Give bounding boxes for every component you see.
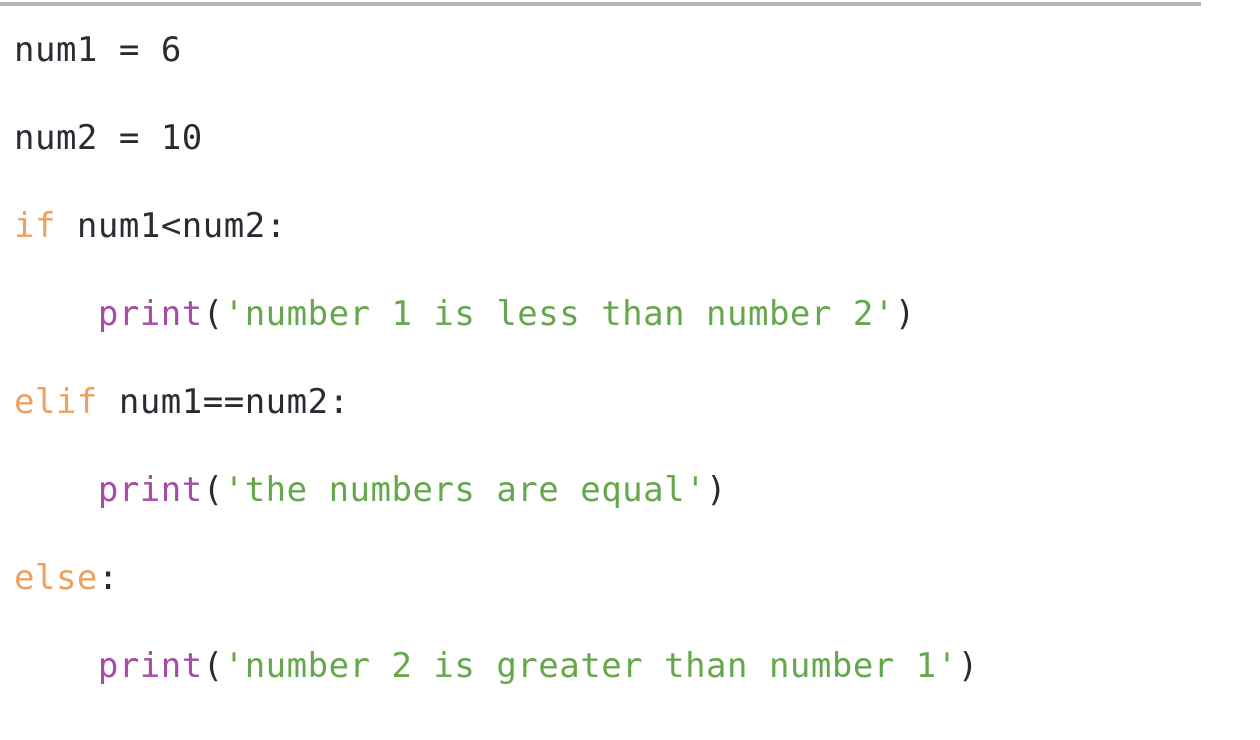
code-token-punct: : bbox=[97, 558, 119, 598]
code-token-punct: ) bbox=[957, 646, 979, 686]
code-token-punct: : bbox=[328, 382, 350, 422]
code-token-string: 'number 2 is greater than number 1' bbox=[223, 646, 958, 686]
code-token-indent bbox=[14, 646, 98, 686]
code-token-op: = bbox=[97, 30, 161, 70]
code-token-number: 6 bbox=[160, 30, 182, 70]
code-token-keyword: elif bbox=[14, 382, 98, 422]
code-token-plain: num2 bbox=[181, 206, 266, 246]
code-token-builtin: print bbox=[97, 470, 203, 510]
code-token-indent bbox=[14, 470, 98, 510]
code-token-op: == bbox=[202, 382, 245, 422]
code-line: num2 = 10 bbox=[0, 94, 1260, 182]
code-line: print('number 2 is greater than number 1… bbox=[0, 622, 1260, 710]
code-token-op: < bbox=[160, 206, 182, 246]
code-line: print('the numbers are equal') bbox=[0, 446, 1260, 534]
code-line: else: bbox=[0, 534, 1260, 622]
code-token-punct: : bbox=[265, 206, 287, 246]
code-token-plain: num1 bbox=[97, 382, 203, 422]
code-token-number: 10 bbox=[160, 118, 203, 158]
code-token-keyword: else bbox=[14, 558, 98, 598]
code-token-string: 'number 1 is less than number 2' bbox=[223, 294, 895, 334]
code-screenshot: num1 = 6 num2 = 10 if num1<num2: print('nu… bbox=[0, 0, 1260, 740]
code-token-op: = bbox=[97, 118, 161, 158]
code-token-punct: ( bbox=[202, 470, 224, 510]
code-line: elif num1==num2: bbox=[0, 358, 1260, 446]
code-token-plain: num1 bbox=[14, 30, 98, 70]
code-line: if num1<num2: bbox=[0, 182, 1260, 270]
code-token-plain: num1 bbox=[55, 206, 161, 246]
code-token-indent bbox=[14, 294, 98, 334]
code-line: num1 = 6 bbox=[0, 6, 1260, 94]
code-token-punct: ) bbox=[894, 294, 916, 334]
code-token-plain: num2 bbox=[244, 382, 329, 422]
code-token-plain: num2 bbox=[14, 118, 98, 158]
code-token-builtin: print bbox=[97, 294, 203, 334]
code-line: print('number 1 is less than number 2') bbox=[0, 270, 1260, 358]
code-token-keyword: if bbox=[14, 206, 56, 246]
code-token-punct: ) bbox=[706, 470, 728, 510]
code-token-punct: ( bbox=[202, 294, 224, 334]
code-token-string: 'the numbers are equal' bbox=[223, 470, 707, 510]
code-token-punct: ( bbox=[202, 646, 224, 686]
python-code-block: num1 = 6 num2 = 10 if num1<num2: print('nu… bbox=[0, 6, 1260, 710]
code-token-builtin: print bbox=[97, 646, 203, 686]
